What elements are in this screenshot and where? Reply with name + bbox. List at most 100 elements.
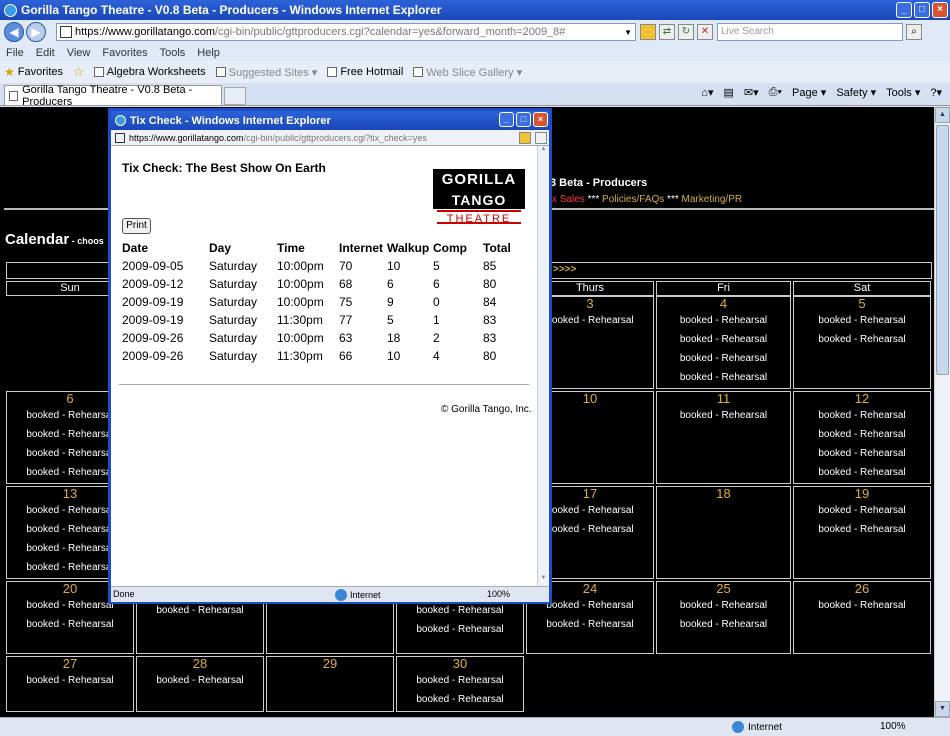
booking-entry[interactable]: booked - Rehearsal (397, 671, 523, 690)
scroll-thumb[interactable] (936, 125, 949, 375)
scroll-up-icon[interactable]: ▲ (935, 107, 950, 123)
booking-entry[interactable]: booked - Rehearsal (794, 425, 930, 444)
fav-link-algebra[interactable]: Algebra Worksheets (93, 66, 206, 78)
booking-entry[interactable]: booked - Rehearsal (794, 311, 930, 330)
calendar-day-cell[interactable]: 12 booked - Rehearsal booked - Rehearsal bo… (793, 391, 931, 484)
calendar-day-cell[interactable]: 25 booked - Rehearsal booked - Rehearsal (656, 581, 791, 654)
fav-link-suggested[interactable]: Suggested Sites ▾ (215, 66, 317, 79)
menu-view[interactable]: View (67, 47, 91, 59)
help-icon[interactable]: ?▾ (930, 86, 942, 99)
popup-divider (119, 384, 529, 385)
booking-entry[interactable]: booked - Rehearsal (794, 330, 930, 349)
back-button[interactable]: ◀ (4, 22, 24, 42)
booking-entry[interactable]: booked - Rehearsal (794, 463, 930, 482)
address-dropdown-icon[interactable]: ▼ (624, 28, 632, 37)
mail-icon[interactable]: ✉▾ (744, 86, 759, 99)
maximize-button[interactable]: □ (914, 2, 930, 18)
refresh-icon[interactable]: ↻ (678, 24, 694, 40)
booking-entry[interactable]: booked - Rehearsal (527, 615, 653, 634)
popup-zoom-level[interactable]: 100% (487, 589, 510, 599)
page-scrollbar[interactable]: ▲ ▼ (934, 107, 950, 717)
nav-sales[interactable]: x Sales (552, 194, 585, 205)
popup-lock-icon[interactable] (519, 131, 531, 144)
booking-entry[interactable]: booked - Rehearsal (794, 520, 930, 539)
search-input[interactable]: Live Search (717, 23, 903, 41)
calendar-day-cell[interactable]: 11 booked - Rehearsal (656, 391, 791, 484)
table-cell: Saturday (209, 277, 258, 291)
home-icon[interactable]: ⌂▾ (701, 86, 713, 99)
booking-entry[interactable]: booked - Rehearsal (794, 501, 930, 520)
menu-file[interactable]: File (6, 47, 24, 59)
page-menu[interactable]: Page ▾ (792, 86, 826, 99)
popup-minimize-button[interactable]: _ (499, 112, 514, 127)
menu-tools[interactable]: Tools (160, 47, 186, 59)
address-bar[interactable]: https://www.gorillatango.com/cgi-bin/pub… (56, 23, 636, 41)
booking-entry[interactable]: booked - Rehearsal (794, 596, 930, 615)
stop-icon[interactable]: ✕ (697, 24, 713, 40)
popup-maximize-button[interactable]: □ (516, 112, 531, 127)
menu-favorites[interactable]: Favorites (102, 47, 147, 59)
popup-compat-icon[interactable] (535, 131, 547, 144)
calendar-day-cell[interactable]: 4 booked - Rehearsal booked - Rehearsal boo… (656, 296, 791, 389)
booking-entry[interactable]: booked - Rehearsal (137, 671, 263, 690)
tools-menu[interactable]: Tools ▾ (886, 86, 920, 99)
feeds-icon[interactable]: ▤ (723, 86, 733, 99)
booking-entry[interactable]: booked - Rehearsal (657, 406, 790, 425)
booking-entry[interactable]: booked - Rehearsal (794, 406, 930, 425)
tab-current[interactable]: Gorilla Tango Theatre - V0.8 Beta - Prod… (4, 84, 222, 108)
address-row: ◀ ▶ https://www.gorillatango.com/cgi-bin… (0, 20, 950, 44)
fav-link-webslice[interactable]: Web Slice Gallery ▾ (413, 66, 522, 79)
booking-entry[interactable]: booked - Rehearsal (794, 444, 930, 463)
calendar-day-cell[interactable]: 28 booked - Rehearsal (136, 656, 264, 712)
calendar-day-cell[interactable]: 29 (266, 656, 394, 712)
popup-close-button[interactable]: × (533, 112, 548, 127)
close-button[interactable]: × (932, 2, 948, 18)
scroll-down-icon[interactable]: ▼ (935, 701, 950, 717)
booking-entry[interactable]: booked - Rehearsal (657, 311, 790, 330)
table-cell: Saturday (209, 295, 258, 309)
calendar-day-cell[interactable]: 19 booked - Rehearsal booked - Rehearsal (793, 486, 931, 579)
fav-link-hotmail[interactable]: Free Hotmail (327, 66, 403, 78)
booking-entry[interactable]: booked - Rehearsal (7, 615, 133, 634)
print-icon[interactable]: ⎙▾ (769, 86, 782, 99)
booking-entry[interactable]: booked - Rehearsal (657, 349, 790, 368)
lock-icon[interactable] (640, 24, 656, 40)
favorites-button[interactable]: ★ Favorites (4, 65, 63, 79)
menu-edit[interactable]: Edit (36, 47, 55, 59)
forward-button[interactable]: ▶ (26, 22, 46, 42)
new-tab-button[interactable] (224, 87, 246, 105)
table-cell: 83 (483, 331, 497, 345)
popup-scroll-down-icon[interactable]: ▼ (538, 575, 549, 586)
booking-entry[interactable]: booked - Rehearsal (7, 671, 133, 690)
day-number: 26 (854, 581, 870, 596)
safety-menu[interactable]: Safety ▾ (836, 86, 876, 99)
table-cell: Saturday (209, 313, 258, 327)
minimize-button[interactable]: _ (896, 2, 912, 18)
booking-entry[interactable]: booked - Rehearsal (397, 690, 523, 709)
booking-entry[interactable]: booked - Rehearsal (657, 596, 790, 615)
calendar-day-cell[interactable]: 5 booked - Rehearsal booked - Rehearsal (793, 296, 931, 389)
calendar-day-cell[interactable]: 27 booked - Rehearsal (6, 656, 134, 712)
add-favorite-button[interactable]: ☆ (73, 65, 84, 79)
popup-scroll-up-icon[interactable]: ▲ (538, 146, 549, 157)
calendar-day-cell[interactable]: 30 booked - Rehearsal booked - Rehearsal (396, 656, 524, 712)
table-cell: 77 (339, 313, 353, 327)
booking-entry[interactable]: booked - Rehearsal (397, 620, 523, 639)
menu-help[interactable]: Help (197, 47, 220, 59)
next-month-link[interactable]: >>>> (553, 264, 576, 275)
print-button[interactable]: Print (122, 218, 151, 234)
compat-view-icon[interactable]: ⇄ (659, 24, 675, 40)
booking-entry[interactable]: booked - Rehearsal (657, 615, 790, 634)
booking-entry[interactable]: booked - Rehearsal (657, 368, 790, 387)
zoom-level[interactable]: 100% (880, 721, 906, 732)
popup-address-bar[interactable]: https://www.gorillatango.com/cgi-bin/pub… (111, 130, 549, 146)
calendar-day-cell[interactable]: 18 (656, 486, 791, 579)
calendar-day-cell[interactable]: 26 booked - Rehearsal (793, 581, 931, 654)
table-cell: 2009-09-26 (122, 331, 184, 345)
booking-entry[interactable]: booked - Rehearsal (657, 330, 790, 349)
popup-scrollbar[interactable]: ▲ ▼ (537, 146, 549, 586)
search-icon[interactable]: ⌕ (906, 24, 922, 40)
nav-policies[interactable]: Policies/FAQs (602, 194, 664, 205)
col-comp: Comp (433, 241, 467, 255)
nav-marketing[interactable]: Marketing/PR (682, 194, 743, 205)
